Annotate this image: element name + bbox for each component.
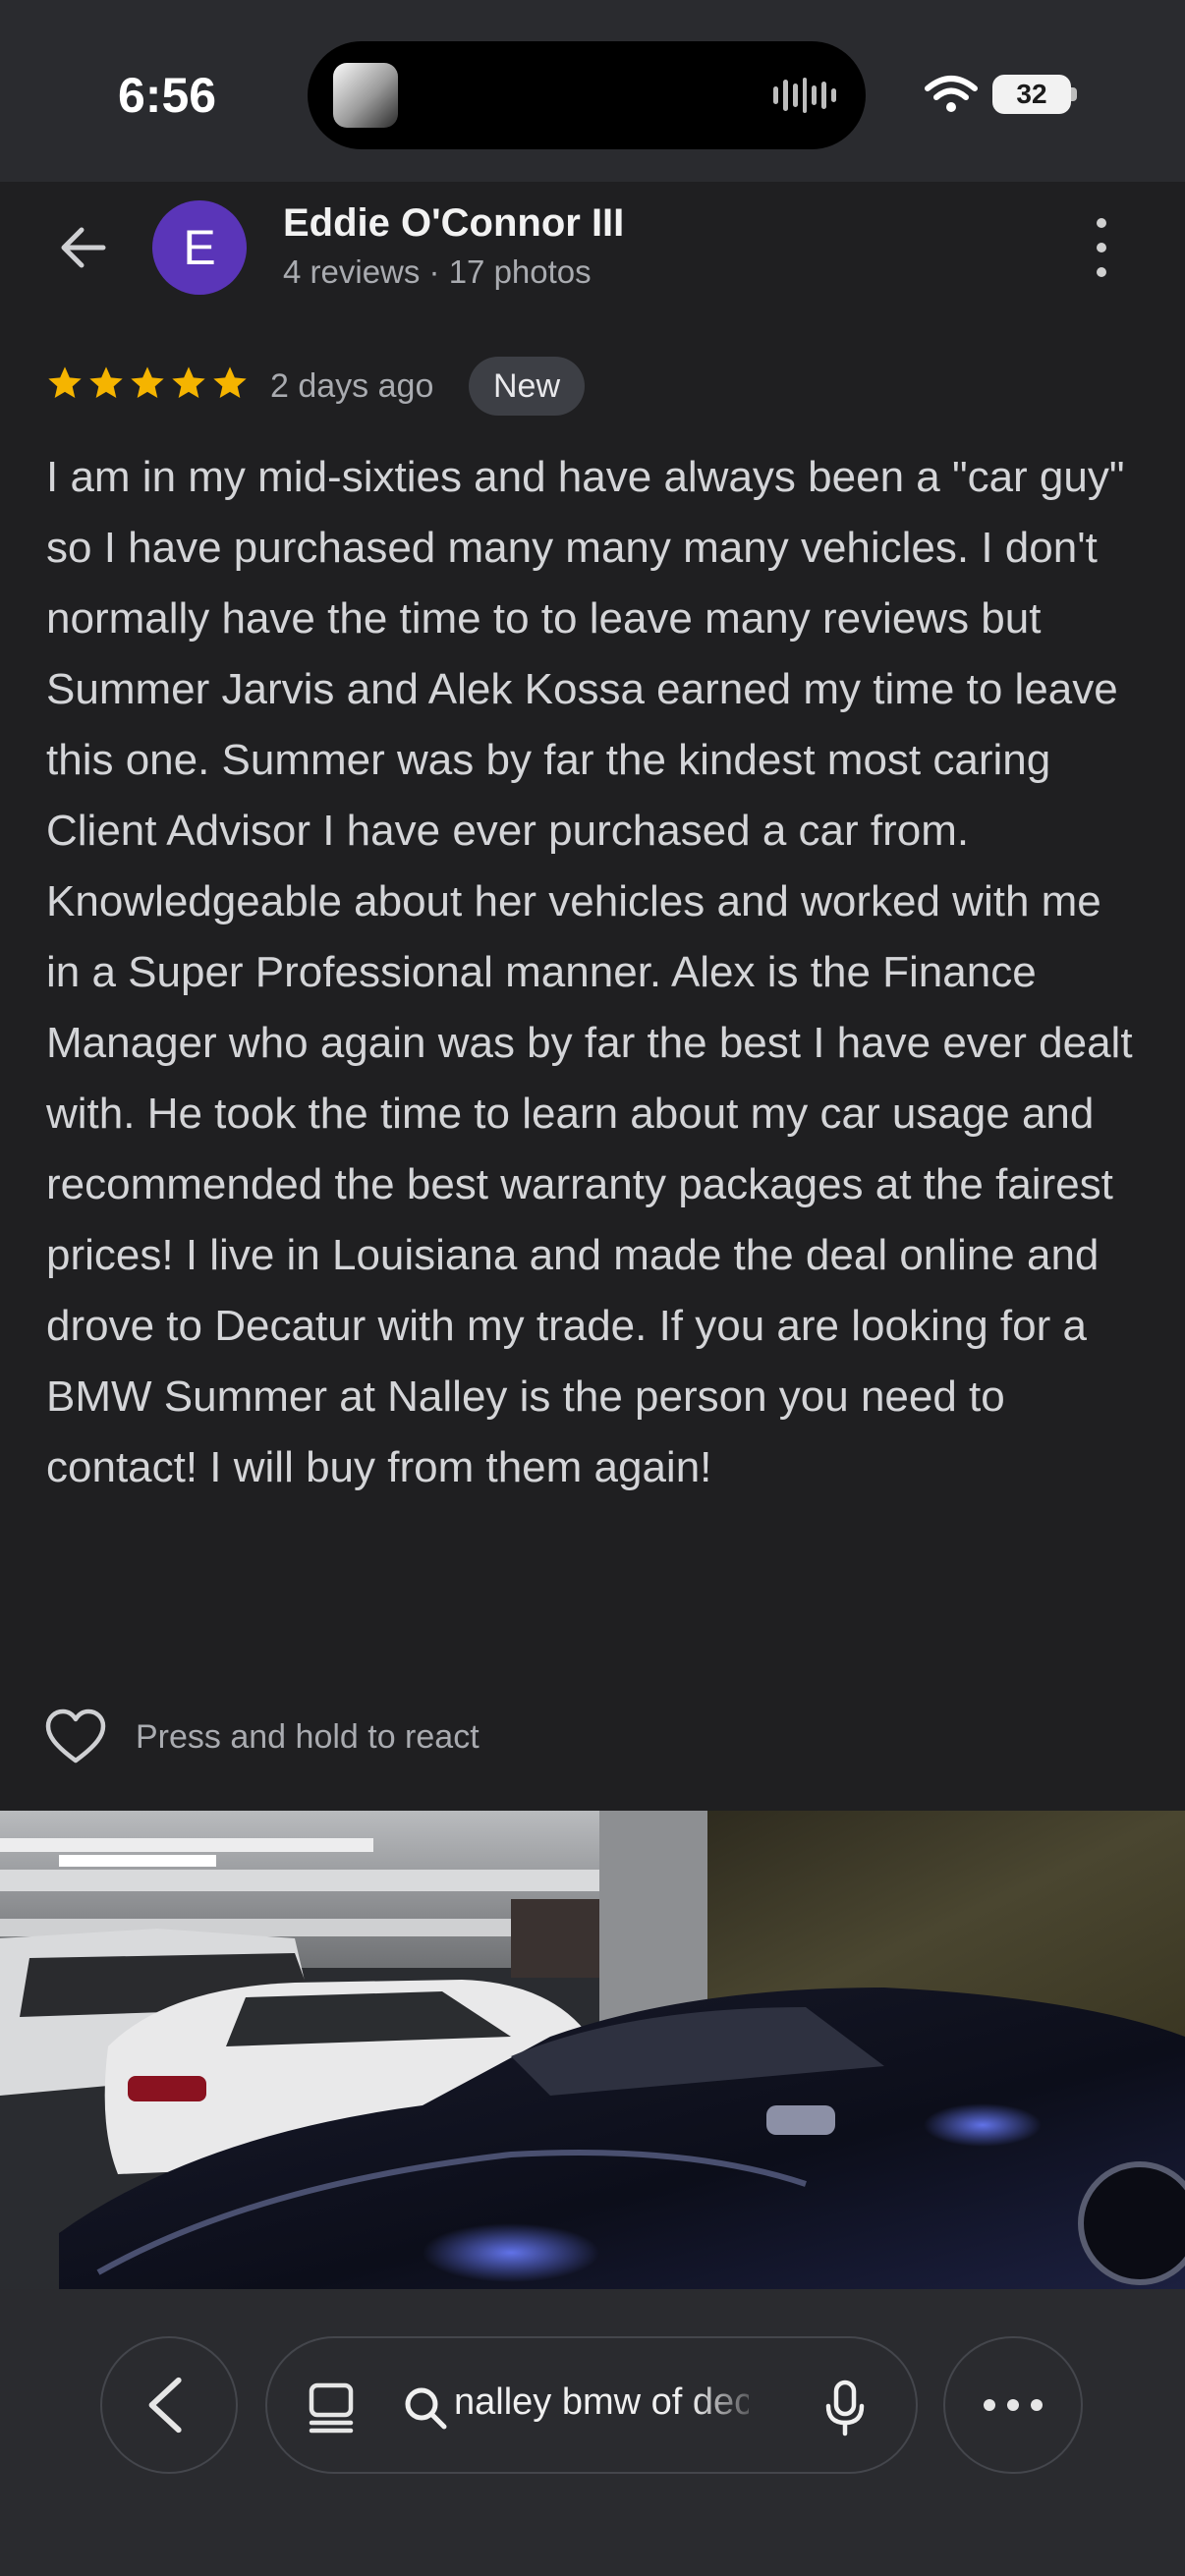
battery-icon: 32: [992, 75, 1071, 114]
search-icon: [405, 2387, 447, 2430]
star-icon: [172, 366, 205, 398]
more-options-button[interactable]: [943, 2336, 1083, 2474]
star-icon: [89, 366, 123, 398]
audio-wave-icon: [773, 77, 837, 114]
dot-icon: [1031, 2399, 1043, 2411]
address-bar[interactable]: nalley bmw of decatur: [265, 2336, 918, 2474]
review-photo[interactable]: [0, 1811, 1185, 2289]
star-rating: [45, 364, 250, 403]
back-arrow-icon[interactable]: [54, 218, 113, 277]
microphone-icon[interactable]: [825, 2380, 865, 2436]
status-bar: 6:56 32: [0, 0, 1185, 182]
now-playing-thumbnail: [333, 63, 398, 128]
review-date: 2 days ago: [270, 367, 434, 405]
wifi-icon: [925, 76, 978, 112]
dot-icon: [984, 2399, 995, 2411]
review-photo-image: [0, 1811, 1185, 2289]
star-icon: [48, 366, 82, 398]
battery-nub: [1071, 87, 1077, 101]
more-options-icon[interactable]: [1081, 218, 1122, 277]
star-icon: [213, 366, 247, 398]
chevron-left-icon: [148, 2377, 182, 2434]
react-label[interactable]: Press and hold to react: [136, 1718, 480, 1757]
star-icon: [131, 366, 164, 398]
browser-back-button[interactable]: [100, 2336, 238, 2474]
new-badge: New: [469, 357, 586, 416]
tabs-icon[interactable]: [307, 2381, 356, 2435]
address-bar-fade: [690, 2368, 768, 2446]
reviewer-name[interactable]: Eddie O'Connor III: [283, 201, 624, 246]
reviewer-meta: 4 reviews · 17 photos: [283, 253, 592, 290]
dynamic-island[interactable]: [308, 41, 866, 149]
avatar[interactable]: E: [152, 200, 247, 295]
dot-icon: [1007, 2399, 1019, 2411]
status-time: 6:56: [118, 68, 217, 123]
heart-icon[interactable]: [44, 1708, 107, 1766]
review-text: I am in my mid-sixties and have always b…: [46, 453, 1133, 1491]
